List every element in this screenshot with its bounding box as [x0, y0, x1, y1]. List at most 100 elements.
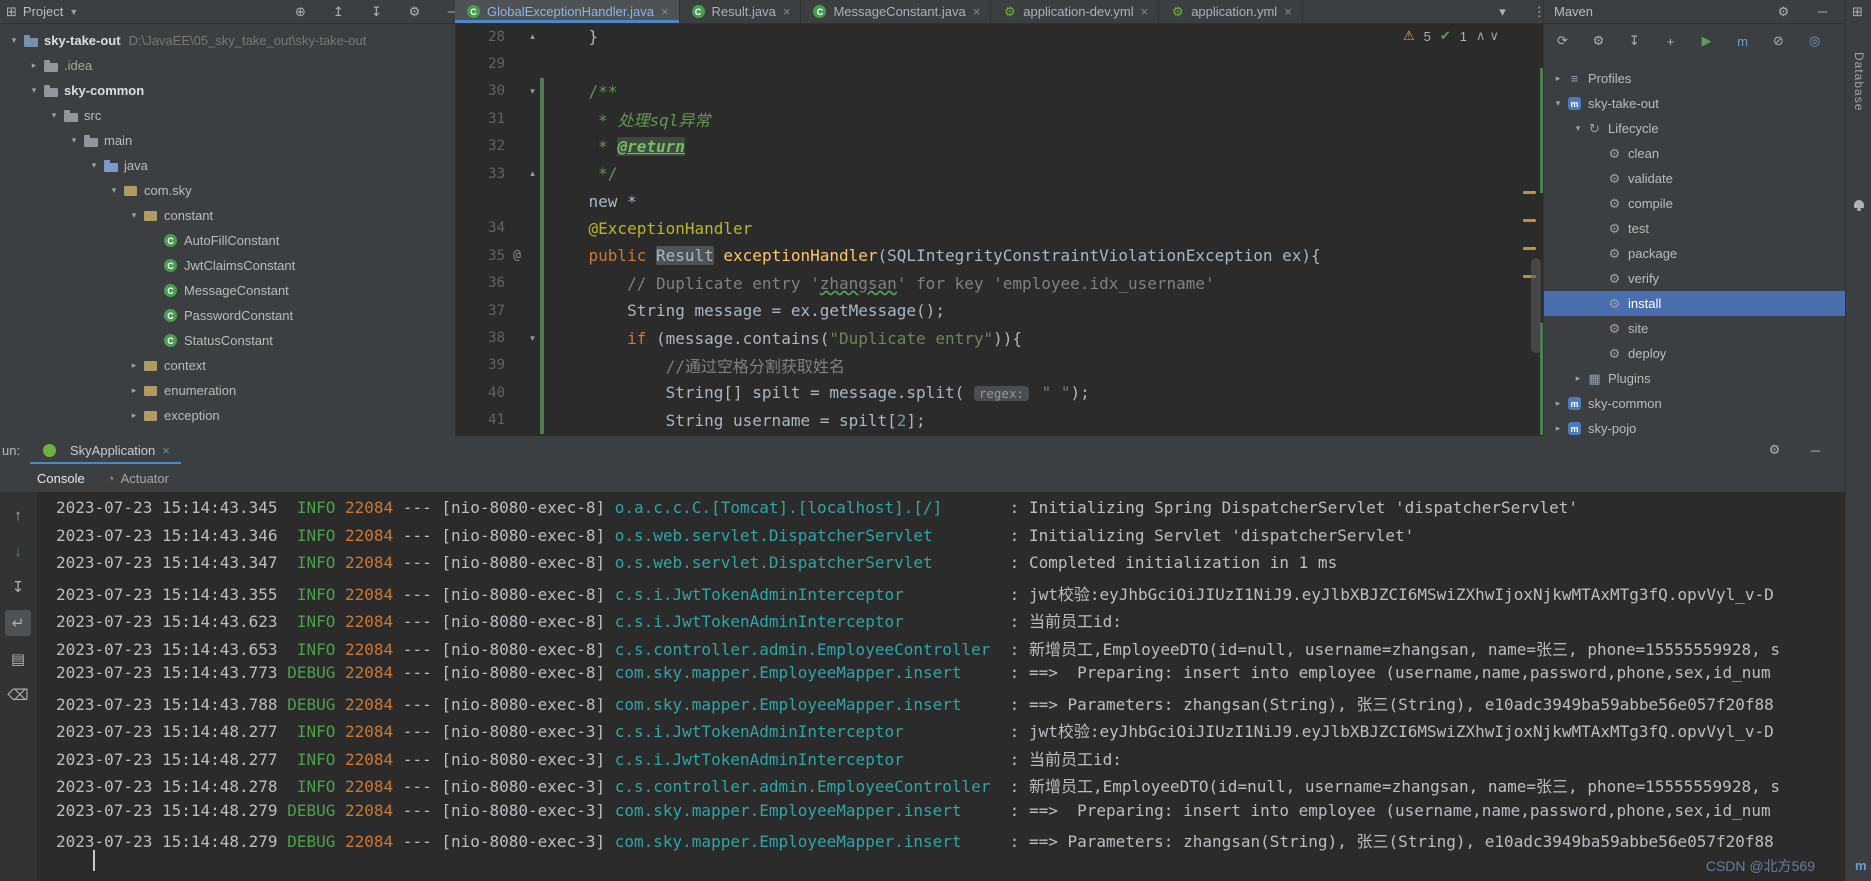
offline-icon[interactable]: ◎ [1806, 33, 1823, 49]
code-line-38[interactable]: 38 ▾ if (message.contains("Duplicate entr… [455, 324, 1543, 352]
fold-marker[interactable]: ▴ [525, 31, 540, 42]
project-tree-item-constant[interactable]: ▾ constant [0, 203, 455, 228]
hide-icon[interactable]: ─ [1814, 4, 1831, 20]
code-line-29[interactable]: 29 [455, 50, 1543, 77]
project-tree-item-java[interactable]: ▾ java [0, 153, 455, 178]
refresh-icon[interactable]: ⟳ [1554, 33, 1571, 49]
settings-icon[interactable]: ⚙ [406, 4, 423, 20]
maven-item-lifecycle[interactable]: ▾ ↻ Lifecycle [1544, 116, 1846, 141]
line-number[interactable]: 40 [455, 385, 509, 401]
generate-sources-icon[interactable]: ⚙ [1590, 33, 1607, 49]
warning-stripe-mark[interactable] [1523, 191, 1536, 194]
chevron-right-icon[interactable]: ▸ [26, 60, 42, 71]
code-line-41[interactable]: 41 String username = spilt[2]; [455, 406, 1543, 434]
maven-item-sky-common[interactable]: ▸ m sky-common [1544, 391, 1846, 416]
line-number[interactable]: 39 [455, 357, 509, 373]
close-icon[interactable]: × [162, 443, 170, 458]
line-number[interactable]: 34 [455, 220, 509, 236]
chevron-down-icon[interactable]: ▾ [1494, 4, 1511, 20]
chevron-right-icon[interactable]: ▸ [1550, 398, 1566, 409]
maven-item-clean[interactable]: ⚙ clean [1544, 141, 1846, 166]
maven-item-install[interactable]: ⚙ install [1544, 291, 1846, 316]
web-icon[interactable]: ⊕ [292, 4, 309, 20]
line-number[interactable]: 36 [455, 275, 509, 291]
chevron-down-icon[interactable]: ▾ [106, 185, 122, 196]
line-number[interactable]: 28 [455, 29, 509, 45]
close-icon[interactable]: × [1141, 4, 1149, 19]
line-number[interactable]: 33 [455, 166, 509, 182]
maven-tool-button[interactable]: m [1855, 858, 1867, 873]
line-number[interactable]: 30 [455, 83, 509, 99]
maven-item-sky-take-out[interactable]: ▾ m sky-take-out [1544, 91, 1846, 116]
maven-item-verify[interactable]: ⚙ verify [1544, 266, 1846, 291]
project-tree-item-main[interactable]: ▾ main [0, 128, 455, 153]
code-line-36[interactable]: 36 // Duplicate entry 'zhangsan' for key… [455, 269, 1543, 297]
chevron-right-icon[interactable]: ▸ [1550, 423, 1566, 434]
database-tool-button[interactable]: Database [1852, 52, 1866, 111]
run-icon[interactable]: ▶ [1698, 33, 1715, 49]
notifications-icon[interactable] [1854, 200, 1864, 211]
chevron-right-icon[interactable]: ▸ [126, 360, 142, 371]
code-line-31[interactable]: 31 * 处理sql异常 [455, 105, 1543, 133]
project-tree-item-context[interactable]: ▸ context [0, 353, 455, 378]
editor-tab-application-dev-yml[interactable]: ⚙ application-dev.yml × [991, 0, 1160, 23]
maven-item-sky-pojo[interactable]: ▸ m sky-pojo [1544, 416, 1846, 436]
project-tree-item-jwtclaimsconstant[interactable]: C JwtClaimsConstant [0, 253, 455, 278]
line-number[interactable]: 35 [455, 248, 509, 264]
fold-marker[interactable]: ▾ [525, 86, 540, 97]
skip-tests-icon[interactable]: ⊘ [1770, 33, 1787, 49]
maven-item-test[interactable]: ⚙ test [1544, 216, 1846, 241]
tab-console[interactable]: Console [26, 464, 96, 492]
code-line-32[interactable]: 32 * @return [455, 132, 1543, 160]
print-icon[interactable]: ▤ [5, 646, 31, 672]
scroll-down-icon[interactable]: ↧ [368, 4, 385, 20]
chevron-down-icon[interactable]: ▾ [26, 85, 42, 96]
code-line-33[interactable]: 33 ▴ */ [455, 160, 1543, 188]
project-tree-item-sky-take-out[interactable]: ▾ sky-take-out D:\JavaEE\05_sky_take_out\s… [0, 28, 455, 53]
code-line-28[interactable]: 28 ▴ } [455, 23, 1543, 50]
close-icon[interactable]: × [783, 4, 791, 19]
line-number[interactable]: 29 [455, 56, 509, 72]
chevron-right-icon[interactable]: ▸ [1570, 373, 1586, 384]
code-line-ghost[interactable]: new * [455, 187, 1543, 215]
maven-item-deploy[interactable]: ⚙ deploy [1544, 341, 1846, 366]
maven-item-validate[interactable]: ⚙ validate [1544, 166, 1846, 191]
warning-stripe-mark[interactable] [1523, 247, 1536, 250]
editor-tab-globalexceptionhandler-java[interactable]: C GlobalExceptionHandler.java × [455, 0, 680, 23]
maven-item-site[interactable]: ⚙ site [1544, 316, 1846, 341]
maven-item-package[interactable]: ⚙ package [1544, 241, 1846, 266]
line-number[interactable]: 41 [455, 412, 509, 428]
chevron-down-icon[interactable]: ▾ [126, 210, 142, 221]
project-tool-button[interactable]: ⊞ Project ▼ [6, 0, 78, 23]
code-editor[interactable]: 28 ▴ } 29 30 ▾ /** 31 * 处理sql异常 32 * @return 33… [455, 23, 1543, 436]
inspections-widget[interactable]: ⚠ 5 ✔ 1 ∧∨ [1398, 28, 1507, 44]
code-line-34[interactable]: 34 @ExceptionHandler [455, 214, 1543, 243]
up-icon[interactable]: ↑ [5, 502, 31, 528]
tab-actuator[interactable]: ◔ Actuator [96, 464, 180, 492]
editor-tab-result-java[interactable]: C Result.java × [680, 0, 802, 23]
run-config-tab[interactable]: SkyApplication × [30, 436, 181, 465]
chevron-down-icon[interactable]: ▾ [6, 35, 22, 46]
clear-icon[interactable]: ⌫ [5, 682, 31, 708]
code-line-40[interactable]: 40 String[] spilt = message.split( regex… [455, 379, 1543, 407]
line-number[interactable]: 37 [455, 303, 509, 319]
close-icon[interactable]: × [661, 4, 669, 19]
download-sources-icon[interactable]: ↧ [1626, 33, 1643, 49]
layout-icon[interactable]: ⊞ [1852, 4, 1863, 20]
editor-tab-application-yml[interactable]: ⚙ application.yml × [1159, 0, 1303, 23]
project-tree-item-autofillconstant[interactable]: C AutoFillConstant [0, 228, 455, 253]
project-tree-item-passwordconstant[interactable]: C PasswordConstant [0, 303, 455, 328]
editor-scrollbar[interactable] [1531, 258, 1541, 353]
chevron-right-icon[interactable]: ▸ [126, 385, 142, 396]
chevron-down-icon[interactable]: ▾ [86, 160, 102, 171]
chevron-right-icon[interactable]: ▸ [126, 410, 142, 421]
code-line-39[interactable]: 39 //通过空格分割获取姓名 [455, 351, 1543, 380]
execute-goal-icon[interactable]: m [1734, 33, 1751, 49]
prev-next-inspection-arrows[interactable]: ∧∨ [1476, 28, 1503, 44]
fold-marker[interactable]: ▾ [525, 333, 540, 344]
code-line-37[interactable]: 37 String message = ex.getMessage(); [455, 297, 1543, 325]
project-tree-item-messageconstant[interactable]: C MessageConstant [0, 278, 455, 303]
close-icon[interactable]: × [973, 4, 981, 19]
maven-item-profiles[interactable]: ▸ ≡ Profiles [1544, 66, 1846, 91]
project-tree-item-com-sky[interactable]: ▾ com.sky [0, 178, 455, 203]
